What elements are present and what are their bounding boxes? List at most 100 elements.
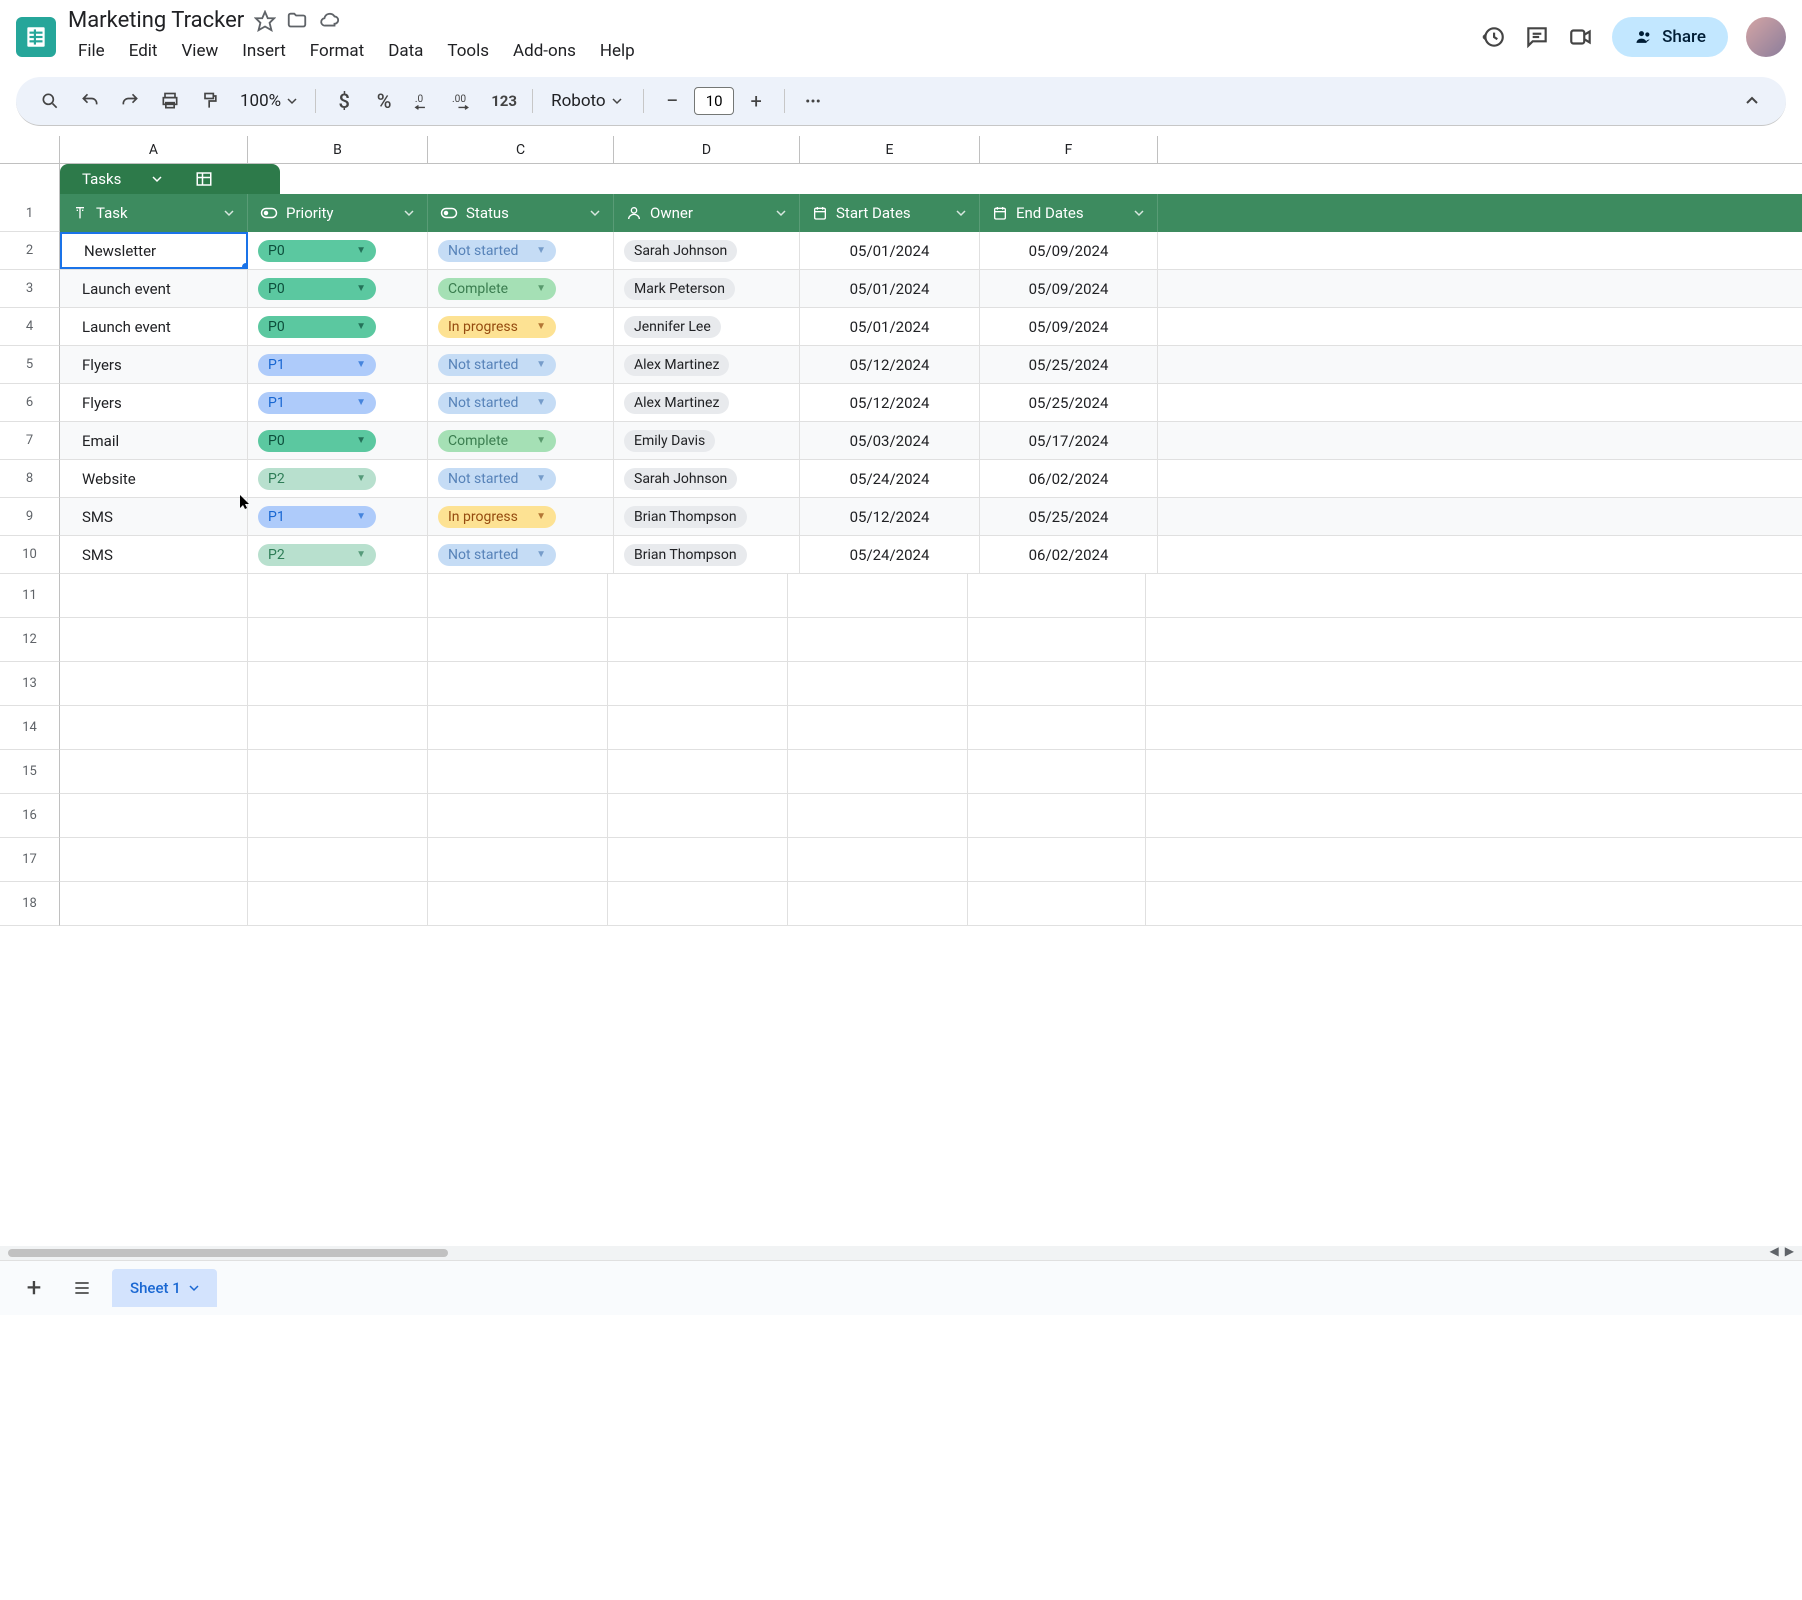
table-view-icon[interactable]: [195, 170, 213, 188]
priority-pill[interactable]: P0▼: [258, 316, 376, 338]
priority-pill[interactable]: P1▼: [258, 354, 376, 376]
paint-format-icon[interactable]: [192, 83, 228, 119]
owner-cell[interactable]: Mark Peterson: [614, 270, 800, 307]
owner-chip[interactable]: Brian Thompson: [624, 506, 747, 528]
start-date-cell[interactable]: 05/01/2024: [800, 270, 980, 307]
priority-pill[interactable]: P1▼: [258, 506, 376, 528]
start-date-cell[interactable]: 05/03/2024: [800, 422, 980, 459]
empty-cell[interactable]: [968, 838, 1146, 881]
empty-cell[interactable]: [968, 750, 1146, 793]
menu-format[interactable]: Format: [300, 37, 374, 65]
row-header[interactable]: 11: [0, 574, 60, 618]
empty-cell[interactable]: [60, 618, 248, 661]
empty-cell[interactable]: [968, 882, 1146, 925]
task-cell[interactable]: Email: [60, 422, 248, 459]
font-size-input[interactable]: [694, 87, 734, 115]
status-cell[interactable]: Not started▼: [428, 536, 614, 573]
start-date-cell[interactable]: 05/24/2024: [800, 460, 980, 497]
empty-cell[interactable]: [60, 750, 248, 793]
row-header[interactable]: 12: [0, 618, 60, 662]
empty-cell[interactable]: [428, 618, 608, 661]
empty-row[interactable]: [60, 618, 1802, 662]
row-header[interactable]: 3: [0, 270, 60, 308]
empty-cell[interactable]: [788, 750, 968, 793]
empty-cell[interactable]: [248, 618, 428, 661]
chevron-down-icon[interactable]: [223, 207, 235, 219]
start-date-cell[interactable]: 05/12/2024: [800, 346, 980, 383]
owner-cell[interactable]: Brian Thompson: [614, 536, 800, 573]
empty-cell[interactable]: [248, 882, 428, 925]
account-avatar[interactable]: [1746, 17, 1786, 57]
priority-cell[interactable]: P2▼: [248, 460, 428, 497]
status-pill[interactable]: Not started▼: [438, 544, 556, 566]
empty-cell[interactable]: [608, 574, 788, 617]
percent-icon[interactable]: %: [366, 83, 402, 119]
empty-cell[interactable]: [608, 882, 788, 925]
priority-pill[interactable]: P2▼: [258, 468, 376, 490]
status-cell[interactable]: Not started▼: [428, 384, 614, 421]
empty-cell[interactable]: [608, 838, 788, 881]
empty-cell[interactable]: [788, 794, 968, 837]
status-pill[interactable]: In progress▼: [438, 316, 556, 338]
menu-file[interactable]: File: [68, 37, 115, 65]
empty-cell[interactable]: [248, 662, 428, 705]
row-header[interactable]: 8: [0, 460, 60, 498]
priority-cell[interactable]: P0▼: [248, 422, 428, 459]
end-date-cell[interactable]: 05/25/2024: [980, 498, 1158, 535]
status-cell[interactable]: In progress▼: [428, 308, 614, 345]
decrease-decimal-icon[interactable]: .0: [406, 83, 442, 119]
empty-cell[interactable]: [968, 618, 1146, 661]
owner-chip[interactable]: Emily Davis: [624, 430, 715, 452]
priority-cell[interactable]: P0▼: [248, 270, 428, 307]
empty-cell[interactable]: [248, 574, 428, 617]
sheet-tab[interactable]: Sheet 1: [112, 1269, 217, 1307]
row-header[interactable]: 5: [0, 346, 60, 384]
empty-row[interactable]: [60, 794, 1802, 838]
start-date-cell[interactable]: 05/12/2024: [800, 384, 980, 421]
empty-cell[interactable]: [428, 838, 608, 881]
col-header-B[interactable]: B: [248, 136, 428, 163]
empty-cell[interactable]: [608, 750, 788, 793]
cloud-status-icon[interactable]: [318, 10, 340, 32]
history-icon[interactable]: [1480, 24, 1506, 50]
end-date-cell[interactable]: 06/02/2024: [980, 460, 1158, 497]
empty-cell[interactable]: [60, 574, 248, 617]
more-toolbar-icon[interactable]: [795, 83, 831, 119]
end-date-cell[interactable]: 05/09/2024: [980, 270, 1158, 307]
scroll-right-icon[interactable]: ▶: [1785, 1244, 1794, 1258]
empty-cell[interactable]: [60, 706, 248, 749]
empty-cell[interactable]: [788, 574, 968, 617]
status-pill[interactable]: In progress▼: [438, 506, 556, 528]
priority-cell[interactable]: P1▼: [248, 384, 428, 421]
start-date-cell[interactable]: 05/01/2024: [800, 232, 980, 269]
share-button[interactable]: Share: [1612, 17, 1728, 57]
owner-chip[interactable]: Alex Martinez: [624, 392, 729, 414]
document-title[interactable]: Marketing Tracker: [68, 8, 244, 33]
status-cell[interactable]: Not started▼: [428, 460, 614, 497]
comments-icon[interactable]: [1524, 24, 1550, 50]
end-date-cell[interactable]: 06/02/2024: [980, 536, 1158, 573]
chevron-down-icon[interactable]: [955, 207, 967, 219]
task-cell[interactable]: SMS: [60, 536, 248, 573]
priority-cell[interactable]: P1▼: [248, 498, 428, 535]
col-header-A[interactable]: A: [60, 136, 248, 163]
owner-cell[interactable]: Jennifer Lee: [614, 308, 800, 345]
empty-cell[interactable]: [248, 794, 428, 837]
menu-insert[interactable]: Insert: [232, 37, 296, 65]
task-cell[interactable]: Flyers: [60, 384, 248, 421]
menu-addons[interactable]: Add-ons: [503, 37, 586, 65]
empty-cell[interactable]: [968, 574, 1146, 617]
task-cell[interactable]: Newsletter: [60, 232, 248, 269]
owner-cell[interactable]: Emily Davis: [614, 422, 800, 459]
redo-icon[interactable]: [112, 83, 148, 119]
status-pill[interactable]: Not started▼: [438, 240, 556, 262]
row-header[interactable]: 1: [0, 164, 60, 232]
increase-decimal-icon[interactable]: .00: [446, 83, 482, 119]
menu-help[interactable]: Help: [590, 37, 645, 65]
col-header-D[interactable]: D: [614, 136, 800, 163]
row-header[interactable]: 14: [0, 706, 60, 750]
start-date-cell[interactable]: 05/12/2024: [800, 498, 980, 535]
empty-cell[interactable]: [968, 794, 1146, 837]
owner-cell[interactable]: Alex Martinez: [614, 384, 800, 421]
status-cell[interactable]: Not started▼: [428, 346, 614, 383]
